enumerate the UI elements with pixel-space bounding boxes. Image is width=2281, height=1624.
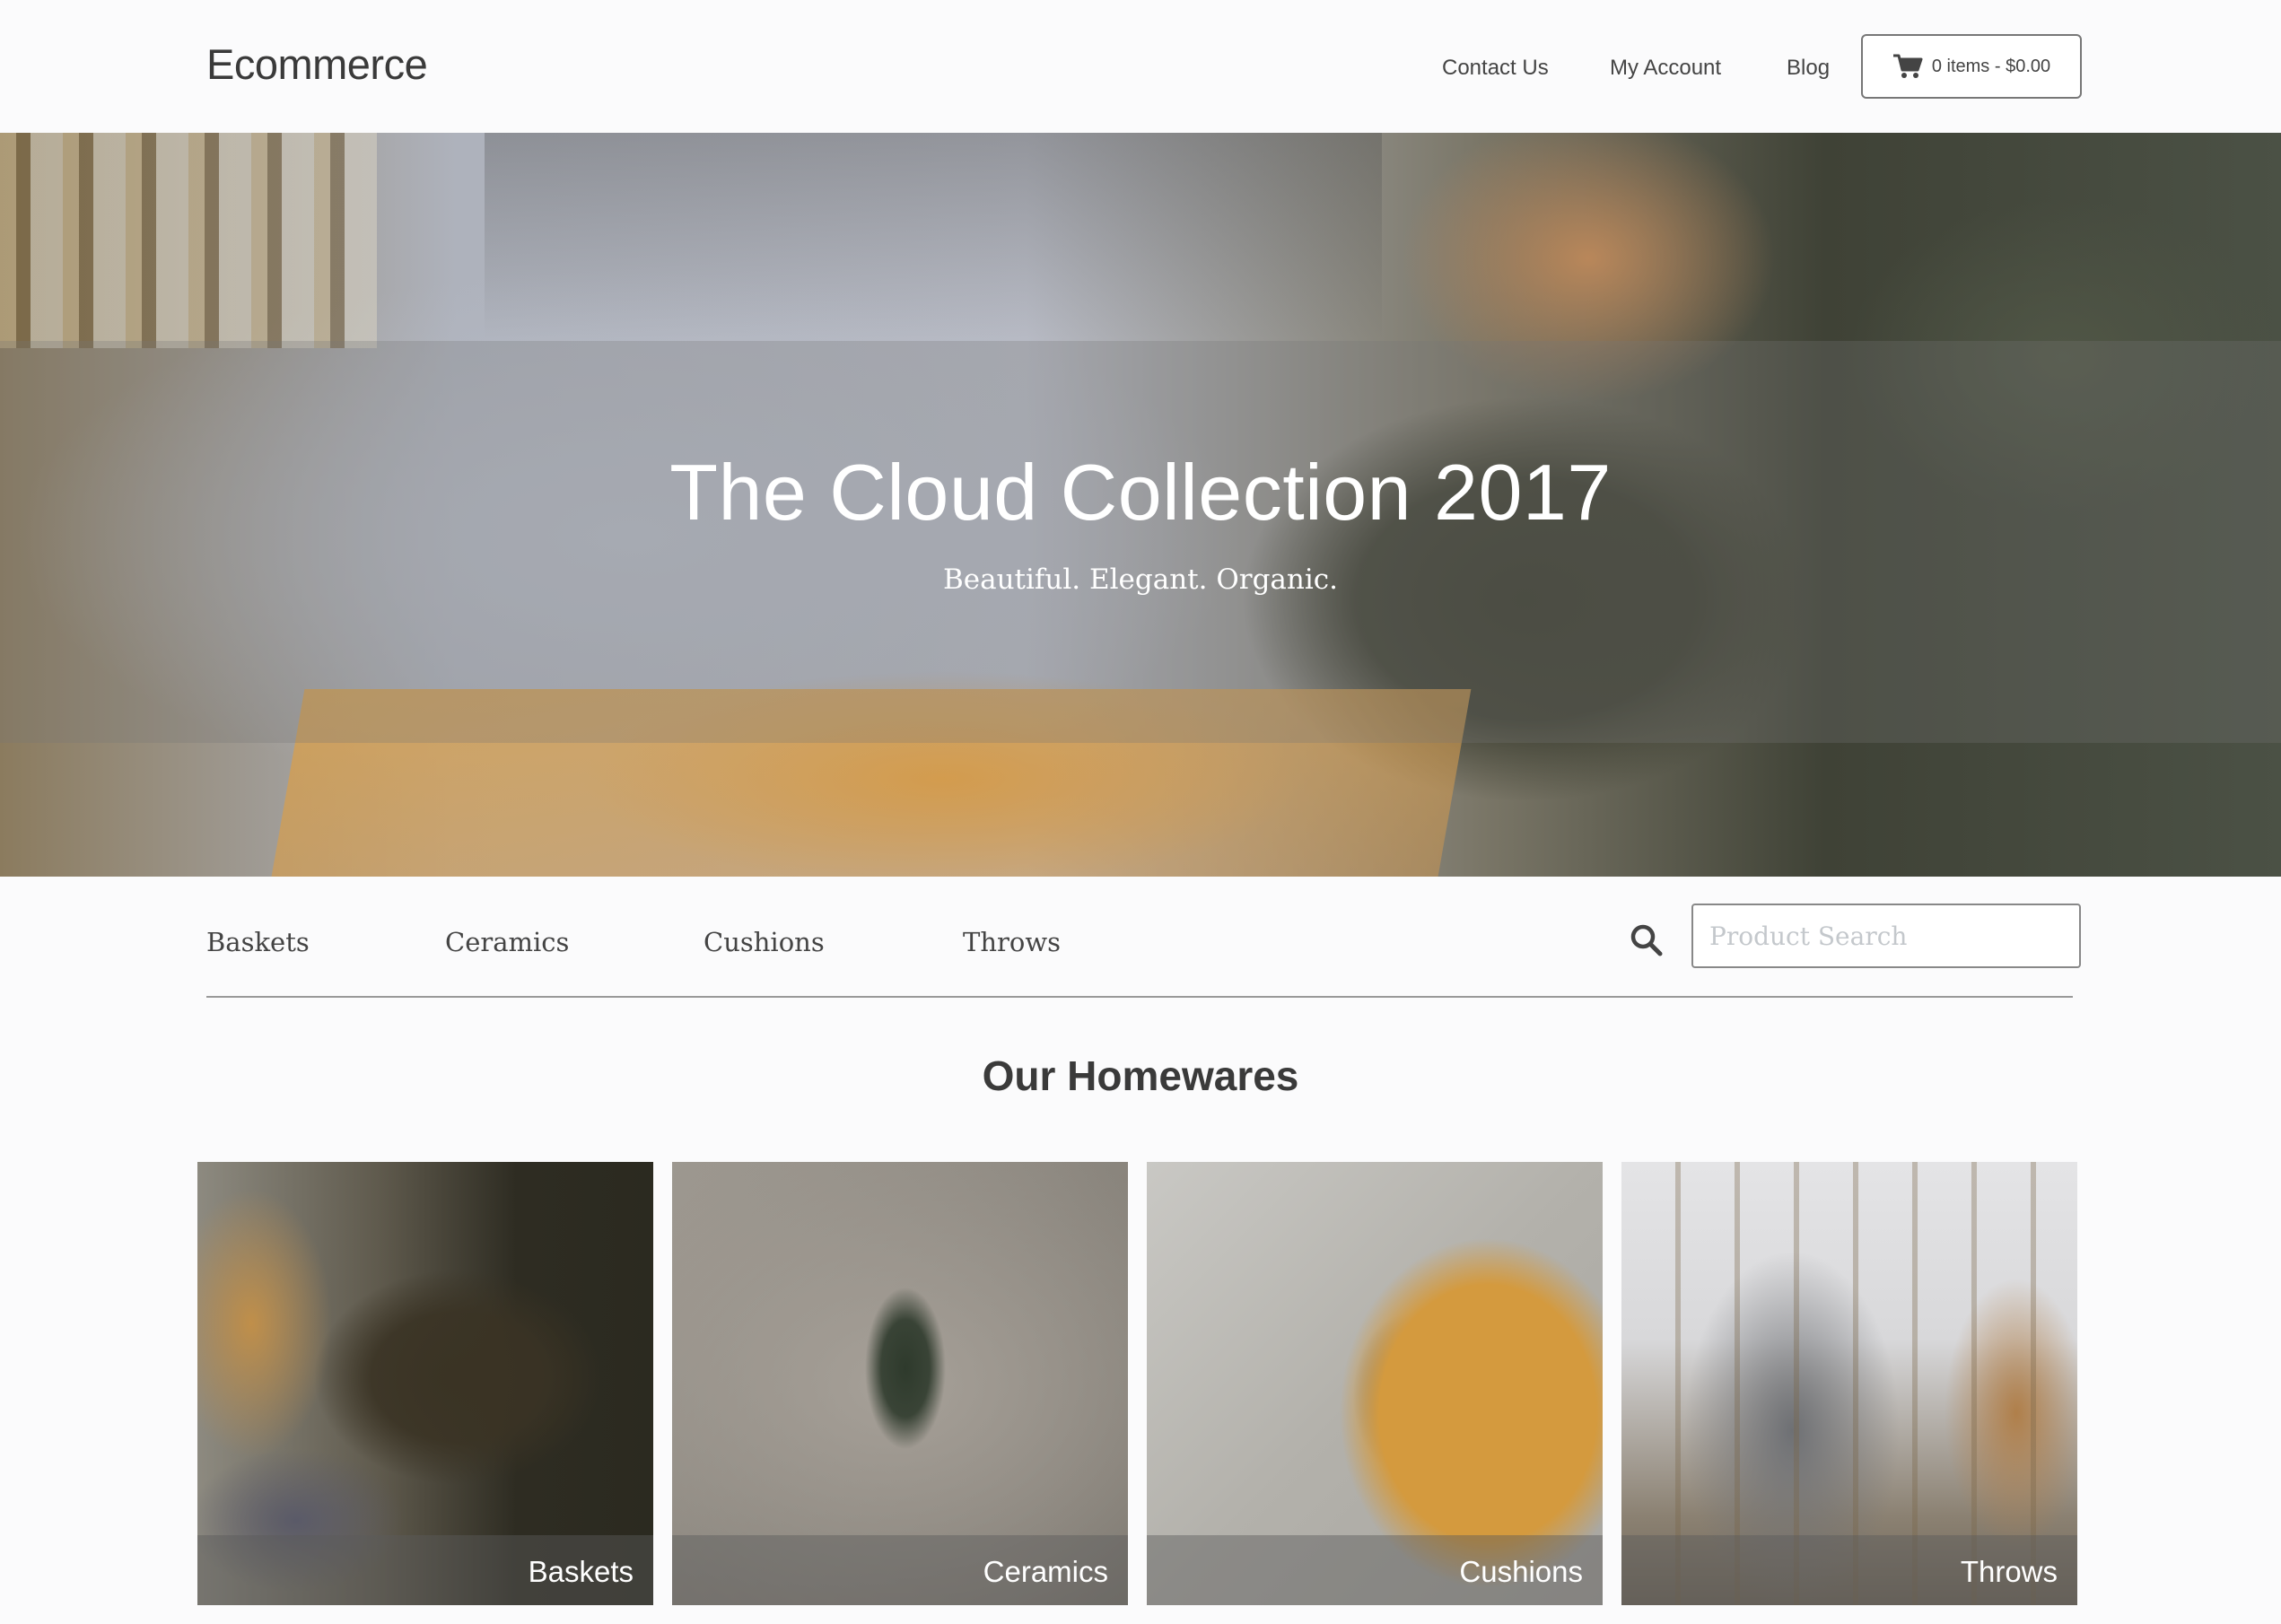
nav-blog[interactable]: Blog bbox=[1787, 56, 1830, 81]
hero-overlay-band bbox=[0, 341, 2281, 743]
product-tile-ceramics[interactable]: Ceramics bbox=[672, 1162, 1128, 1605]
nav-contact-us[interactable]: Contact Us bbox=[1442, 56, 1549, 81]
product-tile-baskets[interactable]: Baskets bbox=[197, 1162, 653, 1605]
section-title: Our Homewares bbox=[982, 1052, 1299, 1099]
category-throws[interactable]: Throws bbox=[963, 927, 1061, 957]
hero-banner: The Cloud Collection 2017 Beautiful. Ele… bbox=[0, 133, 2281, 877]
nav-divider bbox=[206, 996, 2073, 998]
product-search-input[interactable] bbox=[1691, 904, 2081, 968]
cart-summary: 0 items - $0.00 bbox=[1931, 56, 2051, 76]
cart-button[interactable]: 0 items - $0.00 bbox=[1861, 34, 2082, 99]
product-tile-cushions[interactable]: Cushions bbox=[1147, 1162, 1603, 1605]
tile-label: Baskets bbox=[528, 1555, 634, 1588]
tile-label: Throws bbox=[1960, 1555, 2058, 1588]
site-logo[interactable]: Ecommerce bbox=[206, 39, 428, 89]
category-cushions[interactable]: Cushions bbox=[704, 927, 825, 957]
nav-my-account[interactable]: My Account bbox=[1610, 56, 1721, 81]
hero-title: The Cloud Collection 2017 bbox=[669, 448, 1612, 537]
category-ceramics[interactable]: Ceramics bbox=[445, 927, 569, 957]
hero-subtitle: Beautiful. Elegant. Organic. bbox=[942, 563, 1338, 596]
cart-icon bbox=[1892, 54, 1923, 78]
hero-image-decor bbox=[0, 133, 377, 348]
tile-label: Ceramics bbox=[983, 1555, 1108, 1588]
tile-label: Cushions bbox=[1459, 1555, 1583, 1588]
category-baskets[interactable]: Baskets bbox=[206, 927, 310, 957]
site-header: Ecommerce Contact Us My Account Blog 0 i… bbox=[0, 0, 2281, 133]
hero-image-shade bbox=[485, 133, 1382, 339]
product-tile-throws[interactable]: Throws bbox=[1621, 1162, 2077, 1605]
search-icon[interactable] bbox=[1629, 922, 1665, 958]
